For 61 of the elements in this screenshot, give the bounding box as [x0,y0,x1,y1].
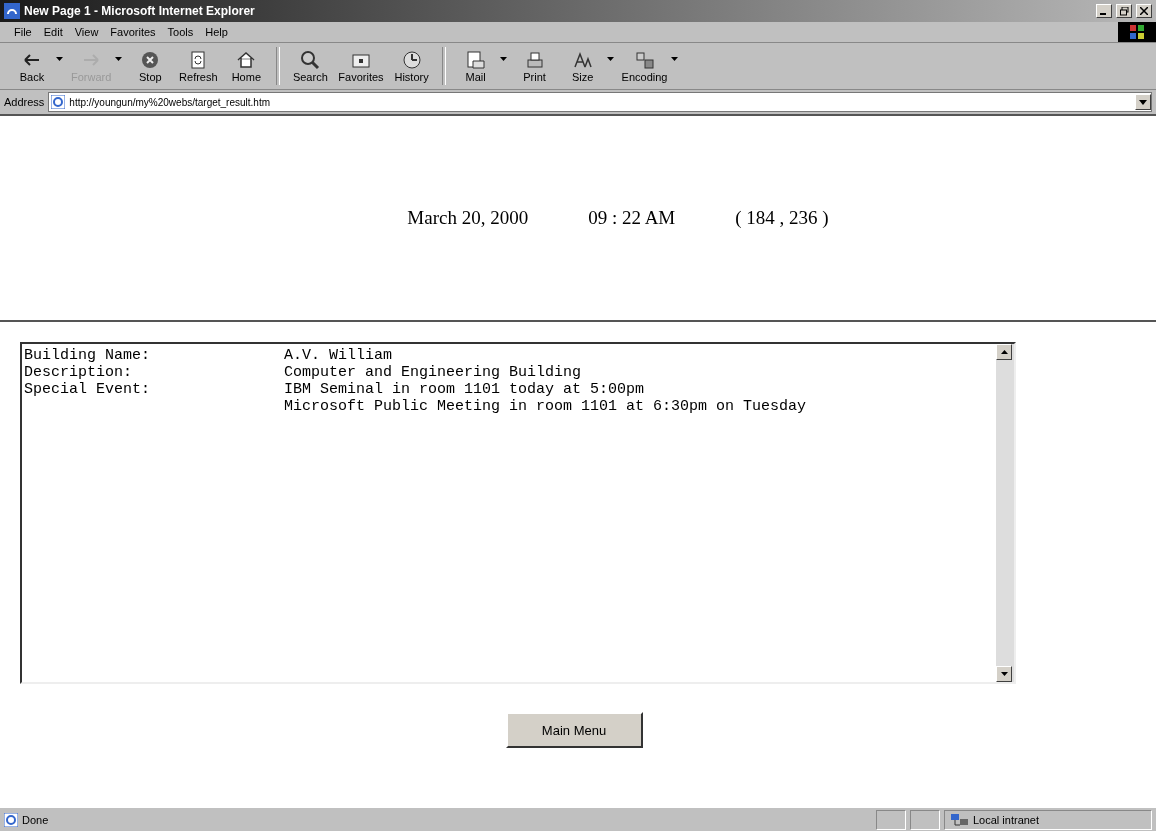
toolbar-button[interactable]: Search [286,47,335,85]
scroll-down-button[interactable] [996,666,1012,682]
close-icon [1140,7,1148,15]
main-menu-button[interactable]: Main Menu [505,712,643,748]
toolbar-button[interactable]: Favorites [334,47,388,85]
down-arrow-icon [1000,672,1008,676]
caret-icon[interactable] [499,57,507,61]
scroll-up-button[interactable] [996,344,1012,360]
address-label: Address [4,96,45,108]
mail-icon [464,49,487,71]
status-pane [910,809,940,830]
toolbar-button[interactable]: Encoding [617,47,672,85]
network-icon [951,812,969,827]
menu-item[interactable]: Favorites [104,26,162,38]
menu-item[interactable]: View [68,26,105,38]
menu-item[interactable]: Edit [37,26,69,38]
page-icon [4,812,18,827]
browser-icon [4,3,20,19]
toolbar-button[interactable]: Refresh [174,47,223,85]
field-label: Building Name: [24,347,152,364]
page-icon [51,95,66,109]
field-label: Description: [24,364,134,381]
time-text: 09 : 22 AM [588,207,676,229]
toolbar-button[interactable]: Home [222,47,271,85]
clock-icon [400,49,423,71]
window-title: New Page 1 - Microsoft Internet Explorer [24,4,256,18]
windows-logo [1118,22,1156,42]
status-text: Done [22,813,50,826]
date-text: March 20, 2000 [407,207,529,229]
text-area[interactable]: Building Name: A.V. William Description: Computer and Engineering Building Special Event: IBM Seminal in room 1101 today at 5:00pm Microsoft Public Meeting in room 1101 at 6:30pm on Tuesday [20,342,1016,684]
caret-icon [1139,99,1147,105]
field-value: Microsoft Public Meeting in room 1101 at 6:30pm on Tuesday [284,398,808,415]
zone-text: Local intranet [973,813,1040,826]
field-value: IBM Seminal in room 1101 today at 5:00pm [284,381,646,398]
toolbar-button[interactable]: Stop [126,47,175,85]
field-value: Computer and Engineering Building [284,364,583,381]
toolbar-button[interactable]: Mail [451,47,500,85]
minimize-button[interactable] [1096,4,1112,18]
scrollbar[interactable] [996,344,1014,682]
restore-icon [1119,6,1129,16]
caret-icon[interactable] [671,57,679,61]
restore-button[interactable] [1116,4,1132,18]
coordinates-text: ( 184 , 236 ) [735,207,829,229]
caret-icon[interactable] [606,57,614,61]
close-button[interactable] [1136,4,1152,18]
dropdown-button[interactable] [1135,94,1151,110]
address-field[interactable]: http://youngun/my%20webs/target_result.htm [48,92,1152,112]
field-label: Special Event: [24,381,152,398]
menu-item[interactable]: Tools [161,26,200,38]
menu-item[interactable]: File [8,26,38,38]
field-value: A.V. William [284,347,394,364]
toolbar-button[interactable]: Print [510,47,559,85]
toolbar-button[interactable]: Back [8,47,56,85]
menu-item[interactable]: Help [199,26,234,38]
encoding-icon [633,49,656,71]
toolbar-button[interactable]: History [387,47,436,85]
status-pane [876,809,906,830]
caret-icon[interactable] [56,57,63,61]
search-icon [299,49,322,71]
up-arrow-icon [1000,350,1008,354]
toolbar-button[interactable]: Size [558,47,607,85]
